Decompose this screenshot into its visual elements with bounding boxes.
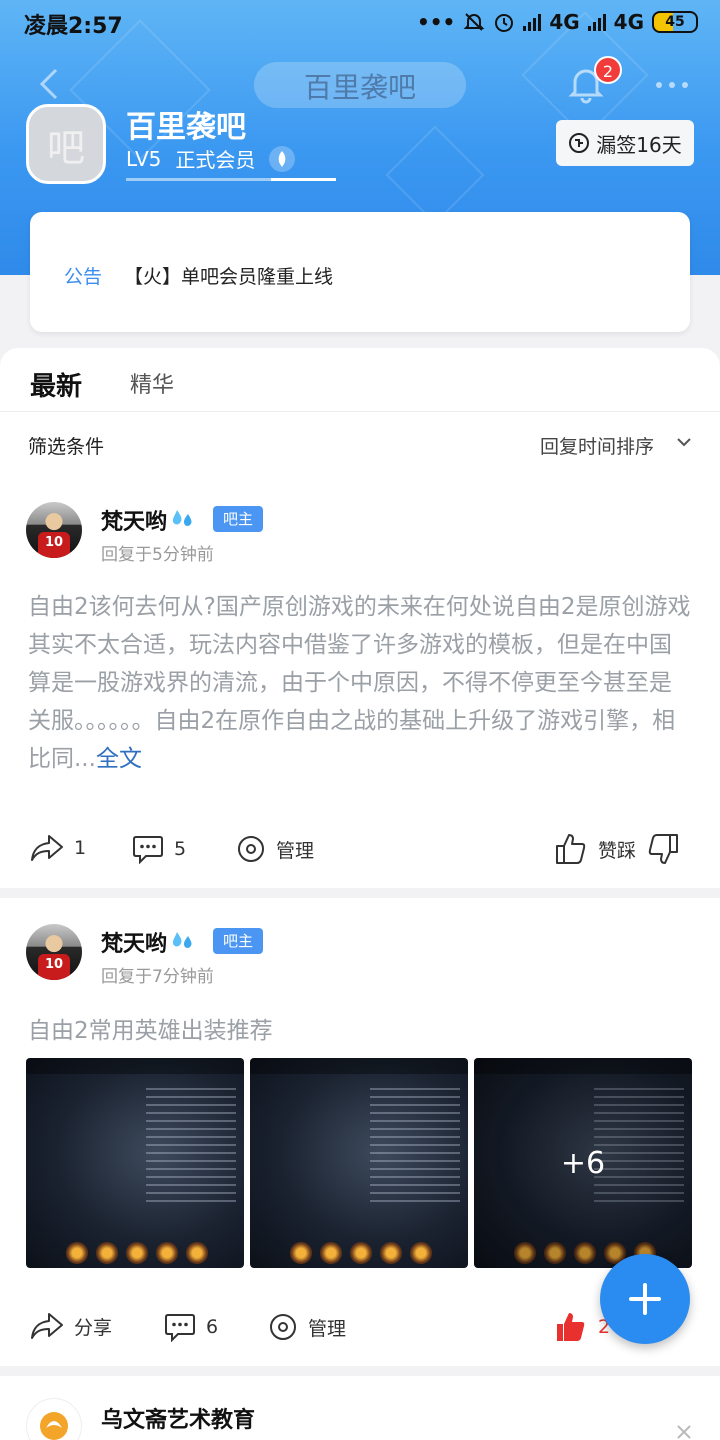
- notice-tag: 公告: [64, 266, 103, 288]
- water-drops-icon: [172, 510, 192, 526]
- decor-shape: [385, 125, 485, 225]
- nav-bar: 百里袭吧 2: [0, 52, 720, 116]
- thumbs-up-icon[interactable]: [554, 832, 588, 866]
- notification-badge: 2: [594, 56, 622, 84]
- vote-group: 赞踩: [554, 832, 680, 866]
- chevron-down-icon[interactable]: [676, 436, 692, 448]
- comment-button[interactable]: 6: [164, 1312, 218, 1342]
- forum-level: LV5: [126, 146, 162, 171]
- manage-label: 管理: [308, 1317, 347, 1340]
- filter-row: 筛选条件 回复时间排序: [0, 412, 720, 474]
- reply-time: 回复于5分钟前: [101, 545, 214, 565]
- share-label: 分享: [74, 1316, 113, 1339]
- forum-level-row: LV5 正式会员: [126, 144, 296, 173]
- sign-in-icon: [569, 133, 590, 153]
- post-body[interactable]: 自由2该何去何从?国产原创游戏的未来在何处说自由2是原创游戏其实不太合适，玩法内…: [28, 588, 692, 778]
- manage-button[interactable]: 管理: [236, 834, 314, 864]
- full-text-link[interactable]: 全文: [96, 746, 142, 772]
- dots-icon: •••: [416, 10, 456, 34]
- author-name[interactable]: 梵天哟: [101, 504, 197, 536]
- status-bar: 凌晨2:57 ••• 4G 4G 45: [0, 0, 720, 46]
- forum-name: 百里袭吧: [126, 110, 246, 145]
- avatar[interactable]: [26, 1398, 82, 1440]
- more-images-count: +6: [474, 1058, 692, 1268]
- comment-button[interactable]: 5: [132, 834, 186, 864]
- tab-best[interactable]: 精华: [130, 367, 174, 399]
- thumbs-down-icon[interactable]: [646, 832, 680, 866]
- alarm-icon: [495, 14, 514, 32]
- avatar[interactable]: 10: [26, 502, 82, 558]
- reply-time: 回复于7分钟前: [101, 967, 214, 987]
- more-options-icon[interactable]: [656, 82, 688, 88]
- network-type-2: 4G: [613, 10, 644, 34]
- tab-latest[interactable]: 最新: [30, 366, 82, 403]
- author-name[interactable]: 梵天哟: [101, 926, 197, 958]
- sign-in-label: 漏签16天: [596, 132, 682, 157]
- notice-text: 【火】单吧会员隆重上线: [124, 266, 334, 288]
- new-post-button[interactable]: [600, 1254, 690, 1344]
- thumbs-up-filled-icon[interactable]: [554, 1310, 588, 1344]
- manage-label: 管理: [276, 839, 315, 862]
- post-image[interactable]: [250, 1058, 468, 1268]
- member-title: 正式会员: [175, 148, 256, 172]
- share-count: 1: [74, 837, 87, 859]
- close-icon[interactable]: [674, 1422, 694, 1440]
- filter-conditions[interactable]: 筛选条件: [28, 432, 104, 459]
- signal-icon: [523, 13, 542, 31]
- role-badge: 吧主: [213, 928, 263, 954]
- share-icon: [31, 1313, 63, 1339]
- share-icon: [31, 835, 63, 861]
- feed-tabs: 最新 精华: [0, 348, 720, 412]
- author-name[interactable]: 乌文斋艺术教育: [101, 1402, 255, 1434]
- post-card[interactable]: 10 梵天哟 吧主 回复于5分钟前 自由2该何去何从?国产原创游戏的未来在何处说…: [0, 474, 720, 888]
- manage-icon: [238, 836, 264, 862]
- comment-count: 6: [206, 1316, 219, 1338]
- bell-muted-icon: [463, 13, 485, 31]
- level-progress-bar: [126, 178, 336, 181]
- manage-icon: [270, 1314, 296, 1340]
- post-image[interactable]: [26, 1058, 244, 1268]
- plus-icon: [629, 1283, 661, 1315]
- comment-icon: [165, 1314, 195, 1342]
- water-drops-icon: [172, 932, 192, 948]
- share-button[interactable]: 1: [30, 834, 86, 862]
- notice-card[interactable]: 公告 【火】单吧会员隆重上线: [30, 212, 690, 332]
- network-type-1: 4G: [549, 10, 580, 34]
- post-image[interactable]: +6: [474, 1058, 692, 1268]
- like-group: 2: [554, 1310, 610, 1344]
- brand-logo-icon: [40, 1412, 68, 1440]
- post-divider: [0, 1366, 720, 1376]
- comment-count: 5: [174, 838, 187, 860]
- comment-icon: [133, 836, 163, 864]
- status-time: 凌晨2:57: [24, 14, 123, 39]
- role-badge: 吧主: [213, 506, 263, 532]
- avatar[interactable]: 10: [26, 924, 82, 980]
- battery-icon: 45: [652, 11, 698, 33]
- rocket-icon[interactable]: [269, 145, 296, 172]
- share-button[interactable]: 分享: [30, 1312, 112, 1340]
- manage-button[interactable]: 管理: [268, 1312, 346, 1342]
- post-card[interactable]: 乌文斋艺术教育: [0, 1376, 720, 1440]
- sign-in-button[interactable]: 漏签16天: [556, 120, 694, 166]
- signal-icon: [587, 13, 606, 31]
- nav-title: 百里袭吧: [303, 71, 416, 104]
- sort-dropdown[interactable]: 回复时间排序: [540, 432, 654, 459]
- vote-label: 赞踩: [598, 839, 637, 862]
- forum-avatar[interactable]: 吧: [26, 104, 106, 184]
- post-divider: [0, 888, 720, 898]
- post-title[interactable]: 自由2常用英雄出装推荐: [28, 1012, 692, 1050]
- back-arrow-icon[interactable]: [34, 66, 64, 102]
